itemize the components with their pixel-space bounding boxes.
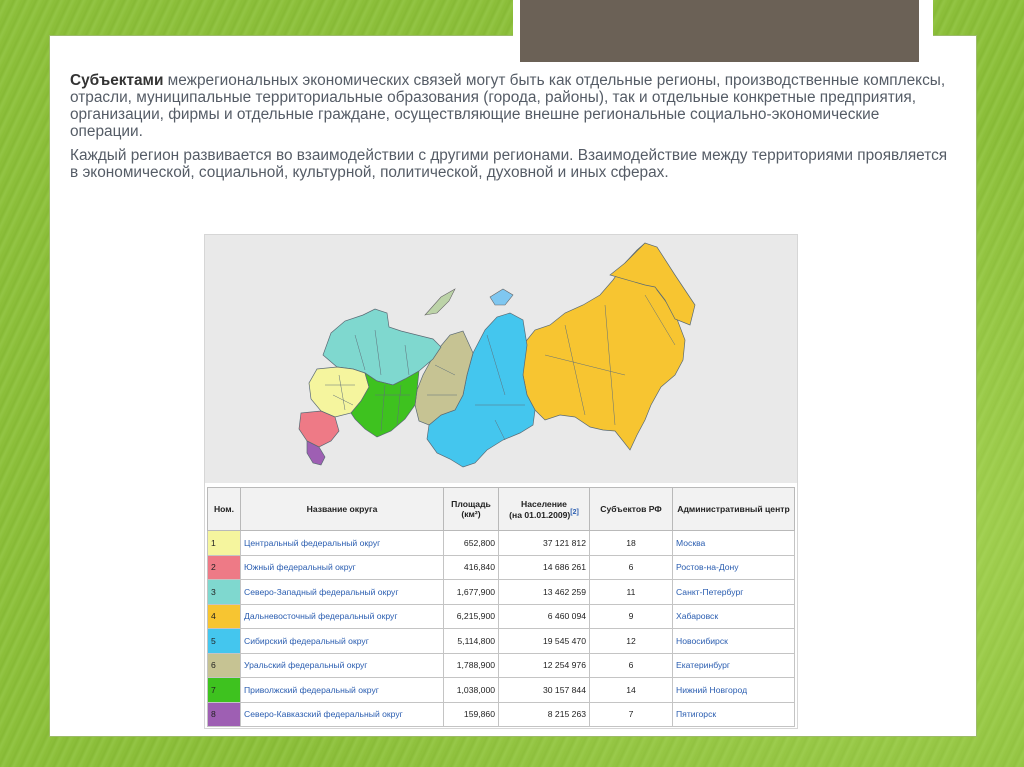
cell-population: 37 121 812 — [498, 530, 590, 556]
cell-district-name[interactable]: Центральный федеральный округ — [240, 530, 444, 556]
header-population-ref[interactable]: [2] — [570, 509, 579, 516]
header-area-label: Площадь — [451, 499, 491, 509]
cell-subjects: 7 — [589, 701, 673, 727]
paragraph-subjects: Субъектами межрегиональных экономических… — [70, 72, 950, 140]
cell-subjects: 11 — [589, 579, 673, 605]
table-row: 3 Северо-Западный федеральный округ 1,677,… — [207, 579, 795, 605]
cell-district-name[interactable]: Дальневосточный федеральный округ — [240, 603, 444, 629]
cell-num: 7 — [207, 677, 241, 703]
cell-subjects: 12 — [589, 628, 673, 654]
region-south — [298, 410, 340, 448]
table-row: 5 Сибирский федеральный округ 5,114,800 19 … — [207, 628, 795, 654]
cell-district-name[interactable]: Приволжский федеральный округ — [240, 677, 444, 703]
cell-num: 2 — [207, 554, 241, 580]
header-population: Население (на 01.01.2009)[2] — [498, 487, 590, 531]
paragraph-subjects-text: межрегиональных экономических связей мог… — [70, 72, 946, 140]
cell-district-name[interactable]: Северо-Кавказский федеральный округ — [240, 701, 444, 727]
cell-admin-center[interactable]: Новосибирск — [672, 628, 795, 654]
table-row: 2 Южный федеральный округ 416,840 14 686 26… — [207, 554, 795, 580]
cell-population: 14 686 261 — [498, 554, 590, 580]
cell-num: 6 — [207, 652, 241, 678]
table-header-row: Ном. Название округа Площадь (км²) Населе… — [207, 487, 795, 531]
cell-area: 1,788,900 — [443, 652, 499, 678]
cell-district-name[interactable]: Уральский федеральный округ — [240, 652, 444, 678]
arctic-island-severnaya — [489, 288, 514, 306]
cell-area: 652,800 — [443, 530, 499, 556]
cell-population: 12 254 976 — [498, 652, 590, 678]
cell-area: 1,677,900 — [443, 579, 499, 605]
header-subjects: Субъектов РФ — [589, 487, 673, 531]
cell-population: 13 462 259 — [498, 579, 590, 605]
cell-area: 416,840 — [443, 554, 499, 580]
header-area-unit: (км²) — [461, 509, 481, 519]
cell-num: 8 — [207, 701, 241, 727]
cell-population: 6 460 094 — [498, 603, 590, 629]
table-body: 1 Центральный федеральный округ 652,800 37 … — [207, 530, 795, 727]
cell-admin-center[interactable]: Екатеринбург — [672, 652, 795, 678]
table-row: 6 Уральский федеральный округ 1,788,900 12 … — [207, 652, 795, 678]
slide-text: Субъектами межрегиональных экономических… — [70, 72, 950, 188]
russia-map-svg — [298, 242, 696, 468]
cell-num: 3 — [207, 579, 241, 605]
paragraph-subjects-bold: Субъектами — [70, 72, 164, 89]
cell-area: 5,114,800 — [443, 628, 499, 654]
cell-district-name[interactable]: Южный федеральный округ — [240, 554, 444, 580]
cell-area: 1,038,000 — [443, 677, 499, 703]
federal-districts-table: Ном. Название округа Площадь (км²) Населе… — [207, 487, 795, 727]
paragraph-interaction: Каждый регион развивается во взаимодейст… — [70, 147, 948, 181]
header-name: Название округа — [240, 487, 444, 531]
decorative-tab-panel — [520, 0, 919, 62]
cell-admin-center[interactable]: Ростов-на-Дону — [672, 554, 795, 580]
cell-area: 159,860 — [443, 701, 499, 727]
header-center: Административный центр — [672, 487, 795, 531]
cell-district-name[interactable]: Сибирский федеральный округ — [240, 628, 444, 654]
header-area: Площадь (км²) — [443, 487, 499, 531]
cell-district-name[interactable]: Северо-Западный федеральный округ — [240, 579, 444, 605]
cell-num: 4 — [207, 603, 241, 629]
cell-population: 19 545 470 — [498, 628, 590, 654]
table-row: 8 Северо-Кавказский федеральный округ 159,… — [207, 701, 795, 727]
cell-admin-center[interactable]: Пятигорск — [672, 701, 795, 727]
header-population-date: (на 01.01.2009) — [509, 509, 571, 520]
cell-subjects: 6 — [589, 652, 673, 678]
cell-num: 1 — [207, 530, 241, 556]
cell-admin-center[interactable]: Нижний Новгород — [672, 677, 795, 703]
header-num: Ном. — [207, 487, 241, 531]
table-row: 4 Дальневосточный федеральный округ 6,215,… — [207, 603, 795, 629]
arctic-island-novaya-zemlya — [424, 288, 456, 316]
cell-admin-center[interactable]: Санкт-Петербург — [672, 579, 795, 605]
russia-map — [205, 235, 797, 483]
table-row: 7 Приволжский федеральный округ 1,038,000 3… — [207, 677, 795, 703]
cell-area: 6,215,900 — [443, 603, 499, 629]
cell-population: 8 215 263 — [498, 701, 590, 727]
cell-subjects: 14 — [589, 677, 673, 703]
federal-districts-figure: Ном. Название округа Площадь (км²) Населе… — [204, 234, 798, 729]
cell-subjects: 18 — [589, 530, 673, 556]
header-population-label: Население — [521, 498, 567, 509]
cell-subjects: 9 — [589, 603, 673, 629]
cell-population: 30 157 844 — [498, 677, 590, 703]
cell-admin-center[interactable]: Москва — [672, 530, 795, 556]
cell-admin-center[interactable]: Хабаровск — [672, 603, 795, 629]
cell-subjects: 6 — [589, 554, 673, 580]
table-row: 1 Центральный федеральный округ 652,800 37 … — [207, 530, 795, 556]
cell-num: 5 — [207, 628, 241, 654]
